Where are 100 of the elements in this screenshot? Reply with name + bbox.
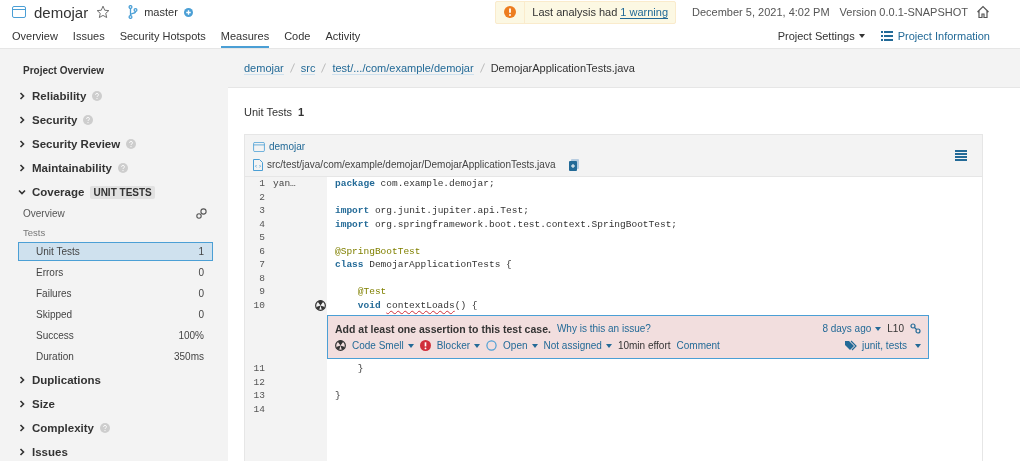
caret-icon bbox=[474, 343, 481, 348]
issue-severity-menu[interactable]: Blocker bbox=[436, 340, 481, 352]
section-label[interactable]: Reliability bbox=[32, 90, 87, 102]
file-path: src/test/java/com/example/demojar/DemojarApplicationTests.java bbox=[267, 159, 556, 170]
slash-separator-icon bbox=[479, 63, 485, 73]
code-smell-icon[interactable] bbox=[315, 299, 326, 311]
chevron-icon[interactable] bbox=[18, 140, 26, 148]
chevron-icon[interactable] bbox=[18, 376, 26, 384]
code-line: @SpringBootTest bbox=[334, 244, 422, 258]
caret-icon bbox=[531, 343, 538, 348]
issue-message: Add at least one assertion to this test case. bbox=[335, 322, 551, 335]
chevron-icon[interactable] bbox=[18, 164, 26, 172]
warning-icon bbox=[504, 6, 517, 18]
nav-tab[interactable]: Code bbox=[284, 24, 311, 48]
chevron-icon[interactable] bbox=[18, 116, 26, 124]
slash-separator-icon bbox=[321, 63, 327, 73]
author-name: yan… bbox=[273, 178, 296, 189]
line-number: 6 bbox=[258, 244, 265, 258]
analysis-date: December 5, 2021, 4:02 PM bbox=[692, 6, 830, 18]
link-icon[interactable] bbox=[910, 323, 921, 335]
line-number: 9 bbox=[258, 285, 265, 299]
version-label: Version 0.0.1-SNAPSHOT bbox=[839, 6, 968, 18]
issue-type-menu[interactable]: Code Smell bbox=[352, 340, 414, 352]
caret-icon bbox=[407, 343, 414, 348]
star-icon[interactable] bbox=[96, 5, 111, 19]
line-number: 14 bbox=[252, 402, 265, 416]
home-icon[interactable] bbox=[976, 5, 990, 19]
slash-separator-icon bbox=[289, 63, 295, 73]
warning-link[interactable]: 1 warning bbox=[620, 5, 669, 19]
project-link[interactable]: demojar bbox=[269, 141, 306, 152]
breadcrumb-link[interactable]: demojar bbox=[244, 61, 284, 75]
line-number: 2 bbox=[258, 190, 265, 204]
nav-tab[interactable]: Issues bbox=[72, 24, 105, 48]
project-information-link[interactable]: Project Information bbox=[880, 30, 990, 42]
circle-icon bbox=[486, 340, 498, 352]
why-link[interactable]: Why is this an issue? bbox=[556, 323, 651, 335]
copy-icon[interactable] bbox=[569, 158, 580, 171]
measure-value: 1 bbox=[298, 106, 305, 118]
issue-status-menu[interactable]: Open bbox=[503, 340, 538, 352]
code-line: package com.example.demojar; bbox=[334, 177, 496, 191]
line-number: 3 bbox=[258, 204, 265, 218]
metric-item[interactable]: Failures 0 bbox=[18, 284, 213, 303]
tag-icon bbox=[844, 340, 858, 352]
code-line: } bbox=[334, 389, 342, 403]
section-label[interactable]: Duplications bbox=[32, 374, 101, 386]
menu-icon[interactable] bbox=[955, 150, 967, 161]
line-number: 13 bbox=[252, 389, 265, 403]
metric-item[interactable]: Errors 0 bbox=[18, 263, 213, 282]
comment-link[interactable]: Comment bbox=[676, 340, 720, 352]
overview-link[interactable]: Overview bbox=[23, 208, 65, 219]
warning-text: Last analysis had 1 warning bbox=[531, 4, 670, 21]
caret-icon bbox=[858, 34, 865, 38]
chevron-icon[interactable] bbox=[18, 188, 26, 196]
section-label[interactable]: Issues bbox=[32, 446, 68, 458]
issue-effort: 10min effort bbox=[617, 340, 671, 352]
code-line: void contextLoads() { bbox=[356, 298, 479, 312]
line-number: 5 bbox=[258, 231, 265, 245]
code-line: @Test bbox=[356, 285, 388, 299]
link-icon[interactable] bbox=[196, 208, 207, 219]
caret-icon bbox=[605, 343, 612, 348]
metric-item[interactable]: Duration 350ms bbox=[18, 347, 213, 366]
section-label[interactable]: Security Review bbox=[32, 138, 121, 150]
line-number: 12 bbox=[252, 375, 265, 389]
nav-tab[interactable]: Activity bbox=[325, 24, 361, 48]
list-icon bbox=[880, 31, 893, 41]
breadcrumb-link[interactable]: test/.../com/example/demojar bbox=[332, 61, 474, 75]
line-number: 10 bbox=[252, 298, 265, 312]
chevron-icon[interactable] bbox=[18, 448, 26, 456]
nav-tab[interactable]: Overview bbox=[12, 24, 58, 48]
section-label[interactable]: Security bbox=[32, 114, 78, 126]
code-line: import org.junit.jupiter.api.Test; bbox=[334, 204, 530, 218]
caret-icon bbox=[875, 326, 882, 331]
metric-item[interactable]: Skipped 0 bbox=[18, 305, 213, 324]
chevron-icon[interactable] bbox=[18, 92, 26, 100]
project-icon bbox=[12, 6, 26, 18]
nav-tab[interactable]: Security Hotspots bbox=[119, 24, 206, 48]
badge: UNIT TESTS bbox=[90, 185, 155, 199]
caret-icon bbox=[915, 343, 921, 348]
project-name[interactable]: demojar bbox=[34, 3, 89, 21]
issue-line: L10 bbox=[887, 323, 904, 335]
metric-item[interactable]: Success 100% bbox=[18, 326, 213, 345]
section-label[interactable]: Coverage bbox=[32, 186, 85, 198]
issue-tags-menu[interactable]: junit, tests bbox=[844, 340, 921, 352]
code-line: class DemojarApplicationTests { bbox=[334, 258, 513, 272]
issue-age-menu[interactable]: 8 days ago bbox=[822, 323, 882, 335]
code-smell-icon bbox=[335, 340, 346, 352]
issue-card[interactable]: Add at least one assertion to this test case. Why is this an issue? 8 days ago L10 Code Smell Blocker Open Not assigned 10min effort Comment junit, tests bbox=[327, 315, 929, 359]
project-settings-menu[interactable]: Project Settings bbox=[777, 30, 865, 42]
section-label[interactable]: Complexity bbox=[32, 422, 94, 434]
chevron-icon[interactable] bbox=[18, 400, 26, 408]
plus-circle-icon[interactable] bbox=[183, 7, 193, 17]
breadcrumb-link[interactable]: src bbox=[300, 61, 316, 75]
branch-name[interactable]: master bbox=[144, 6, 178, 18]
chevron-icon[interactable] bbox=[18, 424, 26, 432]
metric-item[interactable]: Unit Tests 1 bbox=[18, 242, 213, 261]
section-label[interactable]: Maintainability bbox=[32, 162, 112, 174]
section-label[interactable]: Size bbox=[32, 398, 55, 410]
project-icon bbox=[253, 141, 265, 152]
line-number: 7 bbox=[258, 258, 265, 272]
issue-assignee-menu[interactable]: Not assigned bbox=[543, 340, 612, 352]
